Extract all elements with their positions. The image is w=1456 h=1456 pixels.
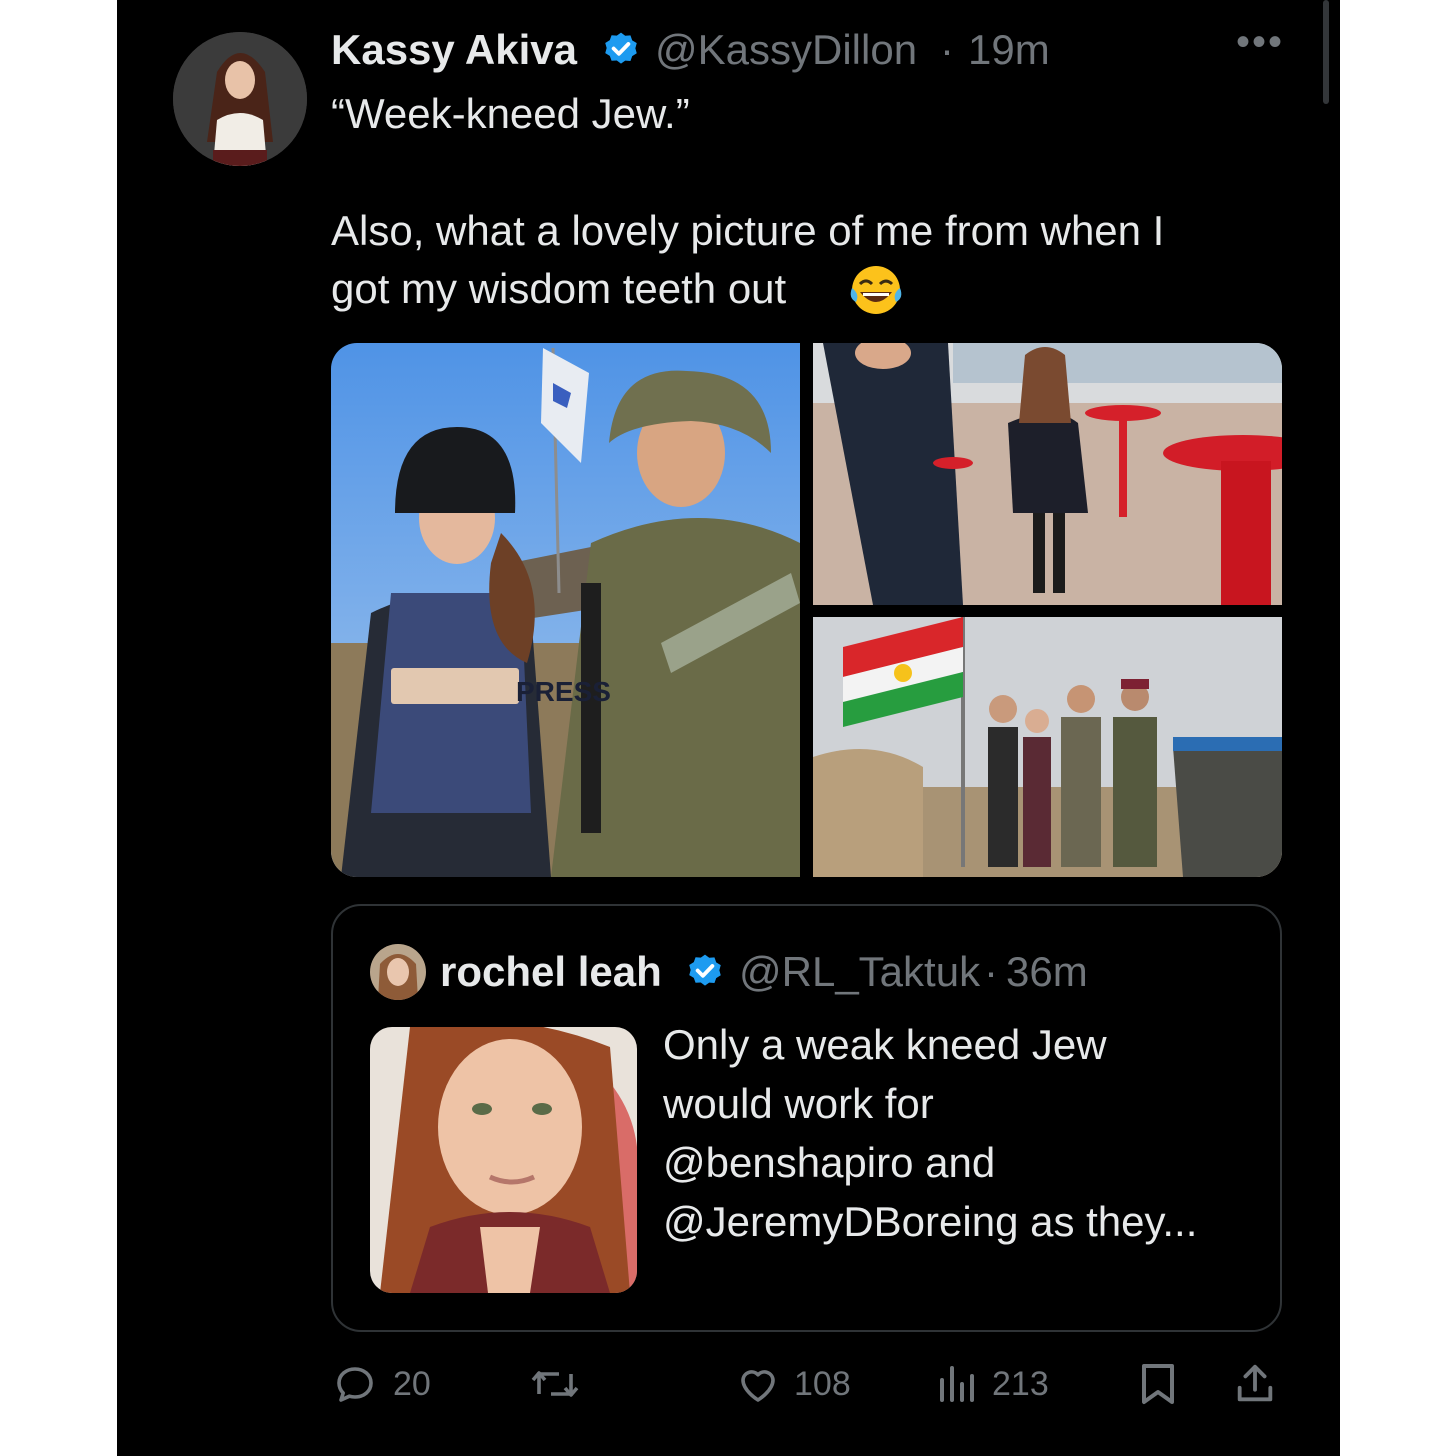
heart-icon <box>741 1370 775 1402</box>
views-chart-icon <box>940 1366 974 1402</box>
media-grid: PRESS <box>331 343 1282 877</box>
bookmark-icon <box>1142 1364 1174 1404</box>
laughing-emoji-icon <box>848 264 904 316</box>
share-button[interactable] <box>1232 1356 1278 1412</box>
quote-time[interactable]: 36m <box>1006 948 1088 996</box>
photo-kurdish-flag-soldiers-icon <box>813 617 1282 877</box>
tweet-time[interactable]: 19m <box>968 26 1050 74</box>
quote-time-separator: · <box>984 948 998 995</box>
tweet-image-2[interactable] <box>813 343 1282 605</box>
author-avatar[interactable] <box>173 32 307 166</box>
quote-verified-badge-icon <box>689 954 721 986</box>
retweet-button[interactable] <box>528 1356 582 1412</box>
author-name[interactable]: Kassy Akiva <box>331 26 577 74</box>
verified-badge-icon <box>605 32 637 64</box>
quote-text-line-1: Only a weak kneed Jew <box>663 1021 1107 1068</box>
views-button[interactable]: 213 <box>934 1356 1049 1412</box>
reply-count: 20 <box>393 1364 431 1403</box>
reply-icon <box>337 1367 373 1402</box>
tweet-text-line-2: Also, what a lovely picture of me from w… <box>331 207 1165 254</box>
tweet-image-1[interactable] <box>331 343 800 877</box>
share-icon <box>1237 1364 1273 1402</box>
time-separator: · <box>940 26 954 73</box>
quote-author-avatar[interactable] <box>370 944 426 1000</box>
tweet-text-line-3: got my wisdom teeth out <box>331 265 787 312</box>
author-handle[interactable]: @KassyDillon <box>655 26 917 74</box>
quote-text-line-2: would work for <box>663 1080 934 1127</box>
more-options-icon[interactable]: ••• <box>1236 20 1284 65</box>
retweet-icon <box>531 1371 579 1397</box>
bookmark-button[interactable] <box>1136 1356 1180 1412</box>
scrollbar[interactable] <box>1323 0 1329 104</box>
reply-button[interactable]: 20 <box>331 1356 431 1412</box>
quote-author-name[interactable]: rochel leah <box>440 948 662 996</box>
photo-selfie-icon <box>370 1027 637 1293</box>
quote-text-line-3: @benshapiro and <box>663 1139 996 1186</box>
press-sign-text: PRESS <box>516 676 611 707</box>
like-count: 108 <box>794 1364 851 1403</box>
photo-press-helmet-soldier-icon <box>331 343 800 877</box>
tweet-image-3[interactable] <box>813 617 1282 877</box>
photo-street-coca-cola-tables-icon <box>813 343 1282 605</box>
quote-image[interactable] <box>370 1027 637 1293</box>
quote-author-handle[interactable]: @RL_Taktuk <box>739 948 980 996</box>
tweet-text-line-1: “Week-kneed Jew.” <box>331 90 690 137</box>
like-button[interactable]: 108 <box>734 1356 851 1412</box>
views-count: 213 <box>992 1364 1049 1403</box>
quote-text-line-4: @JeremyDBoreing as they... <box>663 1198 1198 1245</box>
